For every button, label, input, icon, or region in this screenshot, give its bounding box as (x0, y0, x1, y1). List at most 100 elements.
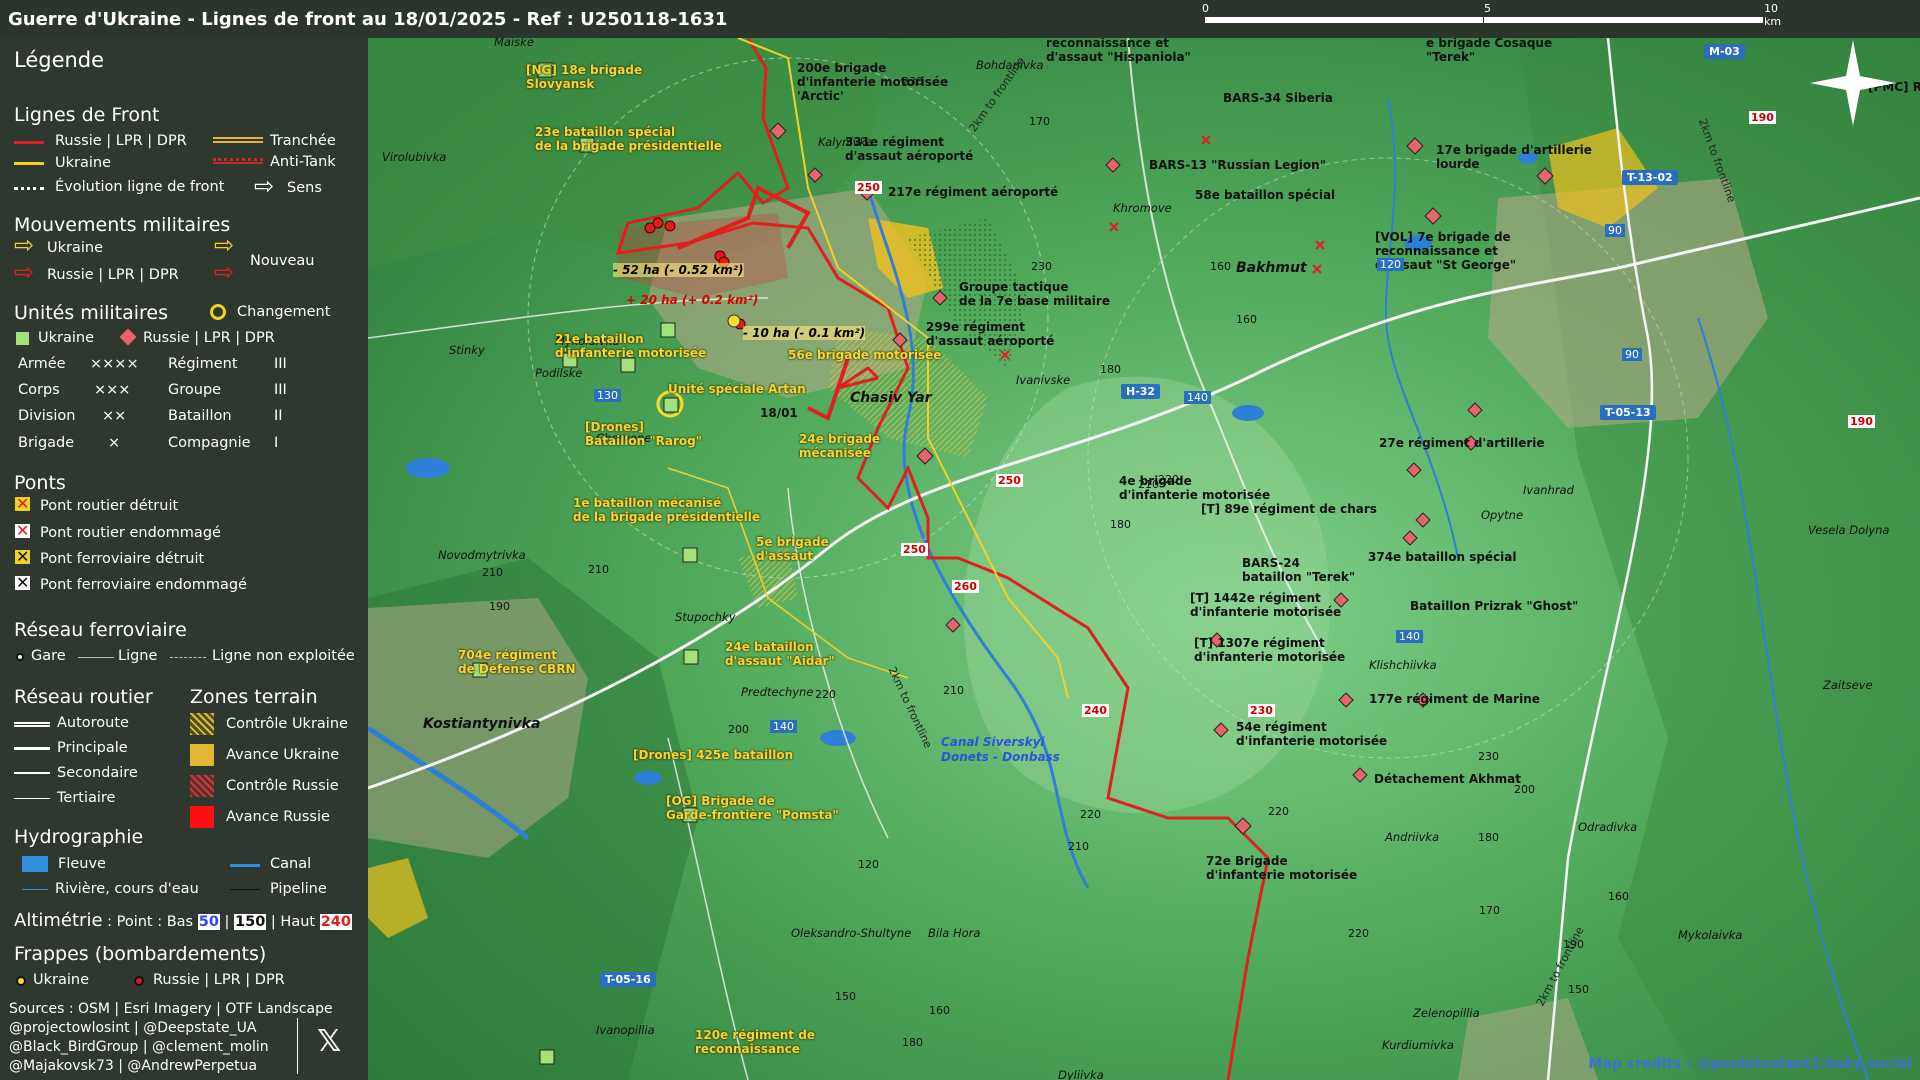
trench-icon (213, 137, 263, 143)
alt-220-b: 220 (815, 688, 836, 701)
alt-220: 220 (1158, 473, 1179, 486)
bridge-road-damaged: Pont routier endommagé (40, 525, 221, 541)
alt-200-b: 200 (1514, 783, 1535, 796)
place-zelenopillia: Zelenopillia (1413, 1006, 1480, 1020)
alt-red-190-a: 190 (1749, 111, 1776, 124)
russia-strike-icon (134, 976, 144, 986)
rail-station: Gare (31, 648, 66, 664)
new-ukraine-arrow-icon: ⇨ (214, 231, 235, 259)
alt-160-b: 160 (1210, 260, 1231, 273)
alt-210-e: 210 (1068, 840, 1089, 853)
alt-230-c: 230 (1478, 750, 1499, 763)
date-tag: 18/01 (760, 406, 798, 420)
russia-move-arrow-icon: ⇨ (14, 258, 35, 286)
place-dyliivka: Dyliivka (1058, 1068, 1104, 1080)
zone-russia-advance: Avance Russie (226, 809, 330, 825)
place-kurdiumivka: Kurdiumivka (1382, 1038, 1454, 1052)
alt-210-d: 210 (943, 684, 964, 697)
road-secondary: Secondaire (57, 765, 138, 781)
road-90-b: 90 (1622, 348, 1642, 361)
alt-red-250-c: 250 (901, 543, 928, 556)
legend-title: Légende (14, 48, 105, 72)
scale-bar: 0 5 10 km (1202, 2, 1781, 32)
alt-high: 240 (319, 914, 352, 930)
alt-220-e: 220 (1080, 808, 1101, 821)
sources-divider (297, 1018, 298, 1074)
x-logo-icon[interactable]: 𝕏 (317, 1024, 341, 1059)
move-new: Nouveau (250, 253, 315, 269)
front-lines-title: Lignes de Front (14, 104, 160, 126)
unit-ru-58-battalion: 58e bataillon spécial (1195, 188, 1336, 202)
place-stinky: Stinky (449, 343, 485, 357)
map-area[interactable]: Maiske Bohdanivka Kalynivka Virolubivka … (368, 38, 1920, 1080)
alt-red-230: 230 (1248, 704, 1275, 717)
place-opytne: Opytne (1481, 508, 1524, 522)
echelon-company-sym: I (274, 435, 279, 451)
pipeline-icon (230, 889, 260, 890)
unit-ua-24-brigade: 24e brigade mécanisée (799, 432, 881, 460)
place-mykolaivka-2: Mykolaivka (1678, 928, 1743, 942)
place-bila-hora: Bila Hora (928, 926, 981, 940)
road-t1302: T-13-02 (1622, 170, 1678, 185)
scale-bar-half (1204, 16, 1484, 24)
rail-unused: Ligne non exploitée (212, 648, 355, 664)
unit-ua-23-battalion: 23e bataillon spécial de la brigade prés… (535, 125, 723, 153)
russia-advance-icon (190, 806, 214, 828)
unit-ua-21-battalion: 21e bataillon d'infanterie motorisée (555, 332, 707, 360)
sources-line-1: Sources : OSM | Esri Imagery | OTF Lands… (9, 1001, 333, 1017)
move-ukraine: Ukraine (47, 240, 103, 256)
echelon-corps: Corps (18, 382, 60, 398)
units-title: Unités militaires (14, 302, 169, 324)
canal-icon (230, 864, 260, 867)
place-ivanopillia: Ivanopillia (596, 1023, 655, 1037)
north-arrow-icon (1810, 40, 1896, 126)
alt-160-c: 160 (929, 1004, 950, 1017)
alt-180: 180 (1100, 363, 1121, 376)
echelon-battalion: Bataillon (168, 408, 232, 424)
place-kostiantynivka: Kostiantynivka (423, 716, 541, 732)
road-140-c: 140 (770, 720, 797, 733)
scale-0: 0 (1202, 2, 1209, 15)
road-bridge-damaged-icon: ✕ (15, 521, 31, 540)
unit-ru-177-regiment: 177e régiment de Marine (1369, 692, 1540, 706)
echelon-division-sym: ×× (102, 408, 127, 424)
echelon-corps-sym: ××× (94, 382, 131, 398)
unit-ua-1-battalion: 1e bataillon mécanisé de la brigade prés… (573, 496, 761, 524)
alt-high-label: | Haut (270, 914, 316, 930)
road-bridge-destroyed-icon: ✕ (15, 494, 31, 513)
bridges-title: Ponts (14, 472, 66, 494)
alt-220-c: 220 (1268, 805, 1289, 818)
alt-150: 150 (835, 990, 856, 1003)
zone-russia-control: Contrôle Russie (226, 778, 339, 794)
unit-ru-akhmat: Détachement Akhmat (1374, 772, 1521, 786)
stream-icon (22, 889, 48, 890)
unit-ua-120-regiment: 120e régiment de reconnaissance (695, 1028, 815, 1056)
alt-text: : Point : Bas (102, 914, 194, 930)
place-vesela-dolyna: Vesela Dolyna (1808, 523, 1890, 537)
place-maiske: Maiske (494, 38, 534, 49)
unit-ru-terek-cossack: e brigade Cosaque "Terek" (1426, 38, 1553, 64)
strike-ukraine: Ukraine (33, 972, 89, 988)
units-ukraine: Ukraine (38, 330, 94, 346)
strikes-title: Frappes (bombardements) (14, 943, 267, 965)
echelon-group: Groupe (168, 382, 222, 398)
zone-ukraine-advance: Avance Ukraine (226, 747, 340, 763)
place-zaitseve: Zaitseve (1823, 678, 1873, 692)
units-russia: Russie | LPR | DPR (143, 330, 275, 346)
rail-unused-icon (170, 657, 206, 658)
highway-icon (14, 722, 50, 727)
unit-ru-17-brigade: 17e brigade d'artillerie lourde (1436, 143, 1592, 171)
rail-line: Ligne (118, 648, 158, 664)
unit-ua-704-regiment: 704e régiment de Défense CBRN (458, 648, 576, 676)
place-podilske: Podilske (535, 366, 583, 380)
road-t0516: T-05-16 (600, 972, 656, 987)
road-m03: M-03 (1704, 44, 1745, 59)
new-russia-arrow-icon: ⇨ (214, 258, 235, 286)
bridge-rail-damaged: Pont ferroviaire endommagé (40, 577, 247, 593)
unit-ru-prizrak: Bataillon Prizrak "Ghost" (1410, 599, 1579, 613)
russia-unit-icon (119, 328, 137, 346)
echelon-regiment: Régiment (168, 356, 238, 372)
unit-ru-bars-34: BARS-34 Siberia (1223, 91, 1333, 105)
sources-line-4: @Majakovsk73 | @AndrewPerpetua (9, 1058, 258, 1074)
unit-ua-425-battalion: [Drones] 425e bataillon (633, 748, 794, 762)
